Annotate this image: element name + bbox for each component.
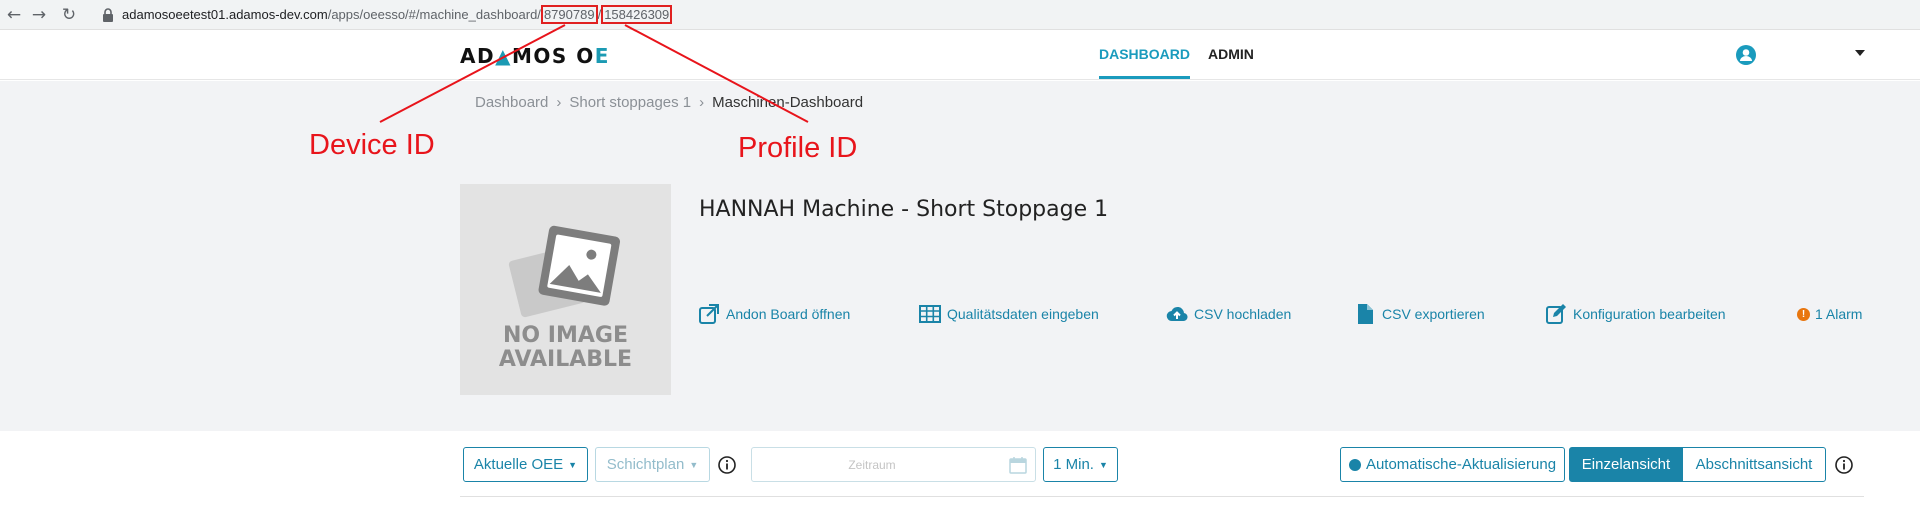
breadcrumb-current: Maschinen-Dashboard bbox=[712, 94, 864, 111]
caret-down-icon[interactable] bbox=[1855, 49, 1865, 57]
forward-arrow-icon[interactable]: → bbox=[29, 5, 49, 25]
logo-text-1: AD bbox=[460, 44, 496, 68]
page: ← → ↻ adamosoeetest01.adamos-dev.com/app… bbox=[0, 0, 1920, 509]
current-oee-label: Aktuelle OEE bbox=[473, 456, 564, 473]
cloud-upload-icon bbox=[1166, 306, 1188, 322]
section-view-button[interactable]: Abschnittsansicht bbox=[1682, 447, 1826, 482]
edit-configuration-link[interactable]: Konfiguration bearbeiten bbox=[1545, 303, 1726, 325]
interval-label: 1 Min. bbox=[1053, 456, 1094, 473]
csv-upload-label: CSV hochladen bbox=[1194, 306, 1292, 322]
active-tab-indicator bbox=[1099, 76, 1190, 79]
adamos-oee-logo[interactable]: AD▲MOS OE bbox=[460, 44, 610, 68]
tab-admin[interactable]: ADMIN bbox=[1208, 46, 1254, 62]
info-icon[interactable] bbox=[718, 456, 736, 474]
machine-header-section bbox=[0, 81, 1920, 431]
alarm-label: 1 Alarm bbox=[1815, 306, 1863, 322]
andon-board-link[interactable]: Andon Board öffnen bbox=[698, 303, 850, 325]
shift-plan-dropdown[interactable]: Schichtplan ▼ bbox=[595, 447, 710, 482]
edit-icon bbox=[1546, 304, 1566, 324]
chevron-right-icon: › bbox=[556, 94, 562, 111]
url-host: adamosoeetest01.adamos-dev.com bbox=[122, 7, 328, 22]
section-divider bbox=[460, 496, 1864, 497]
reload-icon[interactable]: ↻ bbox=[59, 5, 79, 25]
breadcrumb-dashboard[interactable]: Dashboard bbox=[475, 94, 548, 111]
back-arrow-icon[interactable]: ← bbox=[4, 5, 24, 25]
external-link-icon bbox=[699, 304, 719, 324]
tab-dashboard[interactable]: DASHBOARD bbox=[1099, 46, 1190, 62]
device-id-annotation: Device ID bbox=[309, 129, 435, 161]
machine-title: HANNAH Machine - Short Stoppage 1 bbox=[699, 197, 1109, 222]
logo-mark: ▲ bbox=[495, 44, 512, 68]
date-range-field[interactable] bbox=[751, 447, 1036, 482]
calendar-icon[interactable] bbox=[1009, 456, 1027, 474]
auto-refresh-toggle[interactable]: Automatische-Aktualisierung bbox=[1340, 447, 1565, 482]
csv-export-link[interactable]: CSV exportieren bbox=[1354, 303, 1485, 325]
url-profile-id: 158426309 bbox=[601, 5, 673, 24]
edit-configuration-label: Konfiguration bearbeiten bbox=[1573, 306, 1726, 322]
quality-data-label: Qualitätsdaten eingeben bbox=[947, 306, 1099, 322]
quality-data-link[interactable]: Qualitätsdaten eingeben bbox=[919, 303, 1099, 325]
caret-down-icon: ▼ bbox=[1098, 459, 1108, 470]
current-oee-dropdown[interactable]: Aktuelle OEE ▼ bbox=[463, 447, 588, 482]
no-image-text: NO IMAGE AVAILABLE bbox=[460, 324, 671, 372]
interval-dropdown[interactable]: 1 Min. ▼ bbox=[1043, 447, 1118, 482]
csv-upload-link[interactable]: CSV hochladen bbox=[1166, 303, 1291, 325]
app-header: AD▲MOS OE DASHBOARD ADMIN bbox=[0, 30, 1920, 80]
breadcrumb: Dashboard › Short stoppages 1 › Maschinen-Da… bbox=[475, 94, 863, 111]
chevron-right-icon: › bbox=[699, 94, 705, 111]
caret-down-icon: ▼ bbox=[568, 459, 578, 470]
no-image-line-2: AVAILABLE bbox=[498, 347, 633, 372]
file-icon bbox=[1358, 304, 1373, 324]
auto-refresh-label: Automatische-Aktualisierung bbox=[1365, 456, 1557, 473]
shift-plan-label: Schichtplan bbox=[606, 456, 685, 473]
machine-image-placeholder: NO IMAGE AVAILABLE bbox=[460, 184, 671, 395]
table-icon bbox=[919, 305, 941, 323]
image-placeholder-icon bbox=[508, 225, 621, 318]
date-range-input[interactable] bbox=[752, 448, 992, 481]
andon-board-label: Andon Board öffnen bbox=[726, 306, 851, 322]
user-circle-icon[interactable] bbox=[1736, 45, 1756, 65]
url-path: /apps/oeesso/#/machine_dashboard/ bbox=[327, 7, 541, 22]
profile-id-annotation: Profile ID bbox=[738, 132, 858, 164]
logo-text-2: MOS O bbox=[511, 44, 595, 68]
lock-icon[interactable] bbox=[102, 8, 114, 22]
auto-refresh-indicator bbox=[1348, 458, 1361, 471]
info-icon[interactable] bbox=[1835, 456, 1853, 474]
url-device-id: 8790789 bbox=[540, 5, 598, 24]
csv-export-label: CSV exportieren bbox=[1382, 306, 1485, 322]
caret-down-icon: ▼ bbox=[689, 459, 699, 470]
single-view-button[interactable]: Einzelansicht bbox=[1569, 447, 1683, 482]
logo-text-3: E bbox=[594, 44, 610, 68]
no-image-line-1: NO IMAGE bbox=[503, 323, 628, 348]
address-bar[interactable]: adamosoeetest01.adamos-dev.com/apps/oees… bbox=[122, 5, 673, 24]
alarm-link[interactable]: ! 1 Alarm bbox=[1797, 303, 1862, 325]
breadcrumb-short-stoppages[interactable]: Short stoppages 1 bbox=[569, 94, 691, 111]
browser-toolbar: ← → ↻ adamosoeetest01.adamos-dev.com/app… bbox=[0, 0, 1920, 30]
alarm-icon: ! bbox=[1797, 307, 1810, 321]
